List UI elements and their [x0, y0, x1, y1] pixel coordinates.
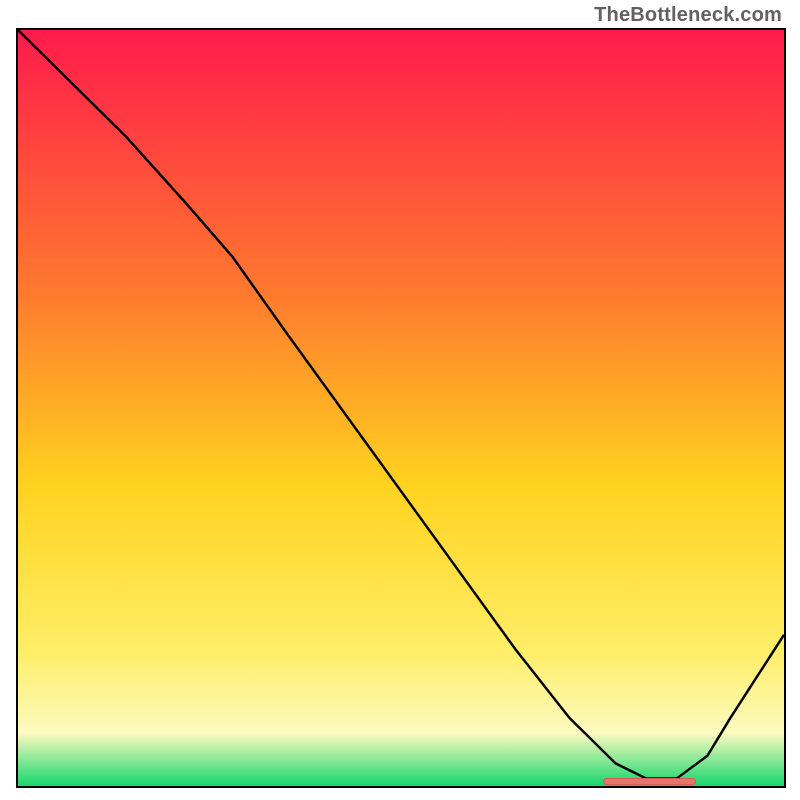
plot-area [16, 28, 786, 788]
plot-svg [18, 30, 784, 786]
bottleneck-marker [603, 778, 695, 785]
watermark-text: TheBottleneck.com [594, 4, 782, 27]
chart-container: TheBottleneck.com [0, 0, 800, 800]
